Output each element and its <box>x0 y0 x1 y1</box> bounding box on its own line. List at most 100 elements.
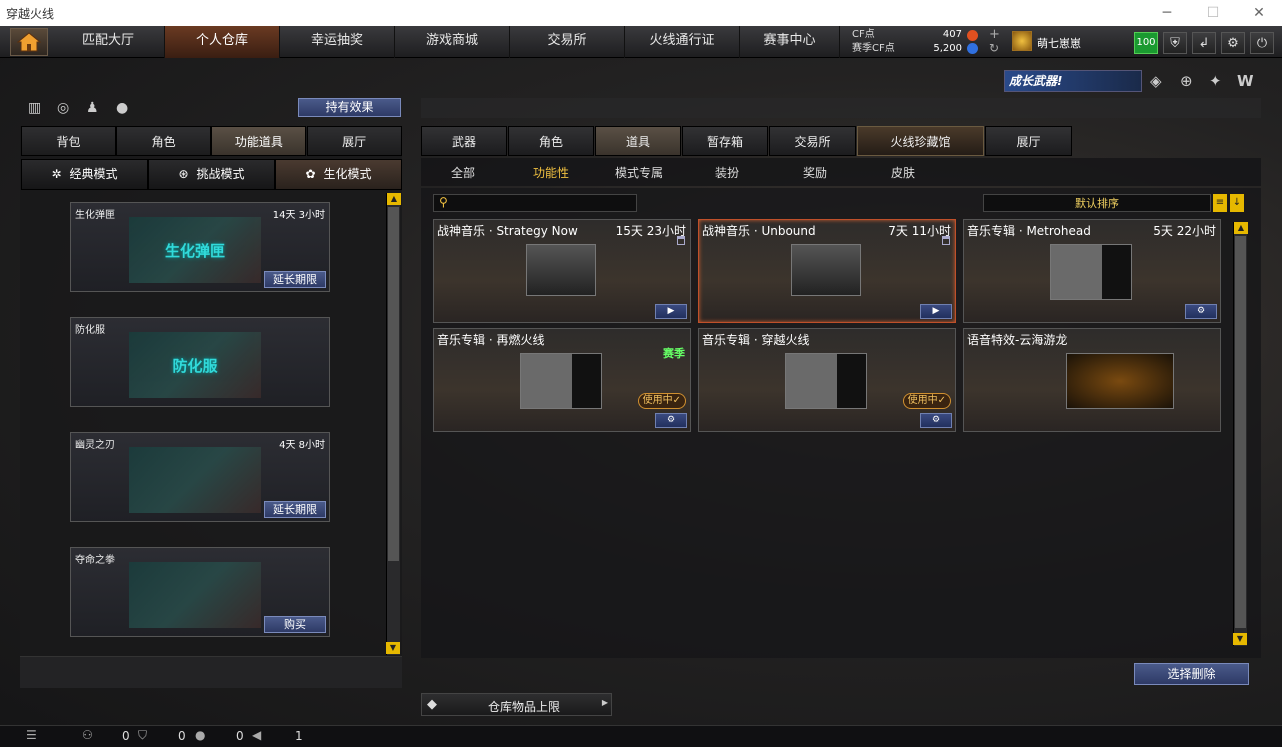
friends-icon[interactable]: ⚇ <box>82 728 93 742</box>
left-item-card[interactable]: 防化服 防化服 <box>70 317 330 407</box>
home-button[interactable] <box>10 28 48 56</box>
mode-tab-0[interactable]: ✲ 经典模式 <box>21 159 148 190</box>
left-tab-0[interactable]: 背包 <box>21 126 116 156</box>
nav-tab-3[interactable]: 游戏商城 <box>395 26 510 58</box>
right-tab-2[interactable]: 道具 <box>595 126 681 156</box>
item-image <box>520 353 602 409</box>
cf-values: 407 5,200 <box>920 28 962 56</box>
play-button[interactable]: ▶ <box>655 304 687 319</box>
close-button[interactable]: ✕ <box>1236 0 1282 26</box>
nav-tab-1[interactable]: 个人仓库 <box>165 26 280 58</box>
right-tab-1[interactable]: 角色 <box>508 126 594 156</box>
level-badge: 100 <box>1134 32 1158 54</box>
bag-icon[interactable]: ● <box>116 100 128 116</box>
w-logo-icon[interactable]: W <box>1237 72 1254 90</box>
capacity-bar[interactable]: ◆ 仓库物品上限 ▶ <box>421 693 612 716</box>
search-box[interactable]: ⚲ <box>433 194 637 212</box>
shield-button[interactable]: ⛨ <box>1163 32 1187 54</box>
nav-tab-4[interactable]: 交易所 <box>510 26 625 58</box>
sub-tab-1[interactable]: 功能性 <box>509 160 593 186</box>
item-card[interactable]: 音乐专辑 · 穿越火线 使用中✓ ⚙ <box>698 328 956 432</box>
search-input[interactable] <box>456 196 632 210</box>
mode-tab-2[interactable]: ✿ 生化模式 <box>275 159 402 190</box>
power-button[interactable]: ⏻ <box>1250 32 1274 54</box>
batch-delete-button[interactable]: 选择删除 <box>1134 663 1249 685</box>
promo-banner[interactable]: 成长武器! <box>1004 70 1142 92</box>
sub-tab-2[interactable]: 模式专属 <box>597 160 681 186</box>
right-tab-0[interactable]: 武器 <box>421 126 507 156</box>
left-item-card[interactable]: 幽灵之刃 4天 8小时 延长期限 <box>70 432 330 522</box>
sort-dropdown[interactable]: 默认排序 <box>983 194 1211 212</box>
sort-order-icon[interactable]: ↓ <box>1230 194 1244 212</box>
maximize-button[interactable]: ☐ <box>1190 0 1236 26</box>
layers-icon: ◆ <box>427 697 437 712</box>
user-name: 萌七崽崽 <box>1037 37 1081 50</box>
cf-value: 407 <box>942 29 962 40</box>
right-scroll-down-icon[interactable]: ▼ <box>1233 633 1247 645</box>
left-item-card[interactable]: 夺命之拳 购买 <box>70 547 330 637</box>
wing-icon[interactable]: ✦ <box>1209 72 1222 90</box>
list-view-icon[interactable]: ≡ <box>1213 194 1227 212</box>
item-card[interactable]: 语音特效-云海游龙 <box>963 328 1221 432</box>
left-item-button[interactable]: 购买 <box>264 616 326 633</box>
sub-tab-0[interactable]: 全部 <box>421 160 505 186</box>
nav-tab-5[interactable]: 火线通行证 <box>625 26 740 58</box>
refresh-icon[interactable]: ↻ <box>989 41 999 55</box>
sub-tab-4[interactable]: 奖励 <box>773 160 857 186</box>
nav-tab-0[interactable]: 匹配大厅 <box>52 26 165 58</box>
play-button[interactable]: ▶ <box>920 304 952 319</box>
left-item-button[interactable]: 延长期限 <box>264 271 326 288</box>
right-tab-5[interactable]: 火线珍藏馆 <box>857 126 984 156</box>
item-card[interactable]: 音乐专辑 · Metrohead 5天 22小时 ⚙ <box>963 219 1221 323</box>
sub-tab-5[interactable]: 皮肤 <box>861 160 945 186</box>
menu-list-icon[interactable]: ☰ <box>26 728 37 742</box>
right-scroll-thumb[interactable] <box>1235 236 1246 628</box>
scroll-up-icon[interactable]: ▲ <box>387 193 401 205</box>
right-tab-3[interactable]: 暂存箱 <box>682 126 768 156</box>
left-scrollbar[interactable]: ▲ <box>386 193 401 655</box>
left-tab-2[interactable]: 功能道具 <box>211 126 307 156</box>
nav-tab-2[interactable]: 幸运抽奖 <box>280 26 395 58</box>
settings-gear-button[interactable]: ⚙ <box>655 413 687 428</box>
cycle-icon[interactable]: ◎ <box>57 100 69 116</box>
left-item-card[interactable]: 生化弹匣 14天 3小时 生化弹匣 延长期限 <box>70 202 330 292</box>
scroll-thumb[interactable] <box>388 207 399 561</box>
clan-icon[interactable]: ⛉ <box>138 728 147 743</box>
speaker-count: 1 <box>295 729 303 743</box>
badge-icon-1[interactable]: ◈ <box>1150 72 1162 90</box>
mode-label: 挑战模式 <box>196 167 245 181</box>
item-card[interactable]: 音乐专辑 · 再燃火线 赛季 使用中✓ ⚙ <box>433 328 691 432</box>
left-item-button[interactable]: 延长期限 <box>264 501 326 518</box>
character-icon[interactable]: ♟ <box>86 100 99 116</box>
globe-icon[interactable]: ⊕ <box>1180 72 1193 90</box>
return-button[interactable]: ↲ <box>1192 32 1216 54</box>
sub-tab-3[interactable]: 装扮 <box>685 160 769 186</box>
right-tab-4[interactable]: 交易所 <box>769 126 856 156</box>
settings-gear-button[interactable]: ⚙ <box>920 413 952 428</box>
chat-icon[interactable]: ● <box>195 728 205 742</box>
effects-button[interactable]: 持有效果 <box>298 98 401 117</box>
left-item-image <box>129 447 261 513</box>
avatar[interactable] <box>1012 31 1032 51</box>
cf-label: CF点 <box>852 29 875 40</box>
settings-button[interactable]: ⚙ <box>1221 32 1245 54</box>
add-icon[interactable]: + <box>989 27 1000 42</box>
item-name: 战神音乐 · Strategy Now <box>437 224 578 238</box>
right-scroll-up-icon[interactable]: ▲ <box>1234 222 1248 234</box>
mode-tab-1[interactable]: ⊛ 挑战模式 <box>148 159 275 190</box>
left-tab-3[interactable]: 展厅 <box>306 126 402 156</box>
speaker-icon[interactable]: ◀ <box>252 728 261 742</box>
trash-icon[interactable] <box>942 236 950 245</box>
minimize-button[interactable]: ─ <box>1144 0 1190 26</box>
scroll-down-icon[interactable]: ▼ <box>386 642 400 654</box>
trash-icon[interactable] <box>677 236 685 245</box>
right-scrollbar[interactable]: ▲ <box>1233 222 1248 646</box>
right-tab-6[interactable]: 展厅 <box>985 126 1072 156</box>
item-card[interactable]: 战神音乐 · Unbound 7天 11小时 ▶ <box>698 219 956 323</box>
settings-gear-button[interactable]: ⚙ <box>1185 304 1217 319</box>
item-card[interactable]: 战神音乐 · Strategy Now 15天 23小时 ▶ <box>433 219 691 323</box>
left-tab-1[interactable]: 角色 <box>116 126 212 156</box>
stats-icon[interactable]: ▥ <box>28 100 41 116</box>
mode-icon-2: ✿ <box>305 167 316 181</box>
nav-tab-6[interactable]: 赛事中心 <box>740 26 840 58</box>
